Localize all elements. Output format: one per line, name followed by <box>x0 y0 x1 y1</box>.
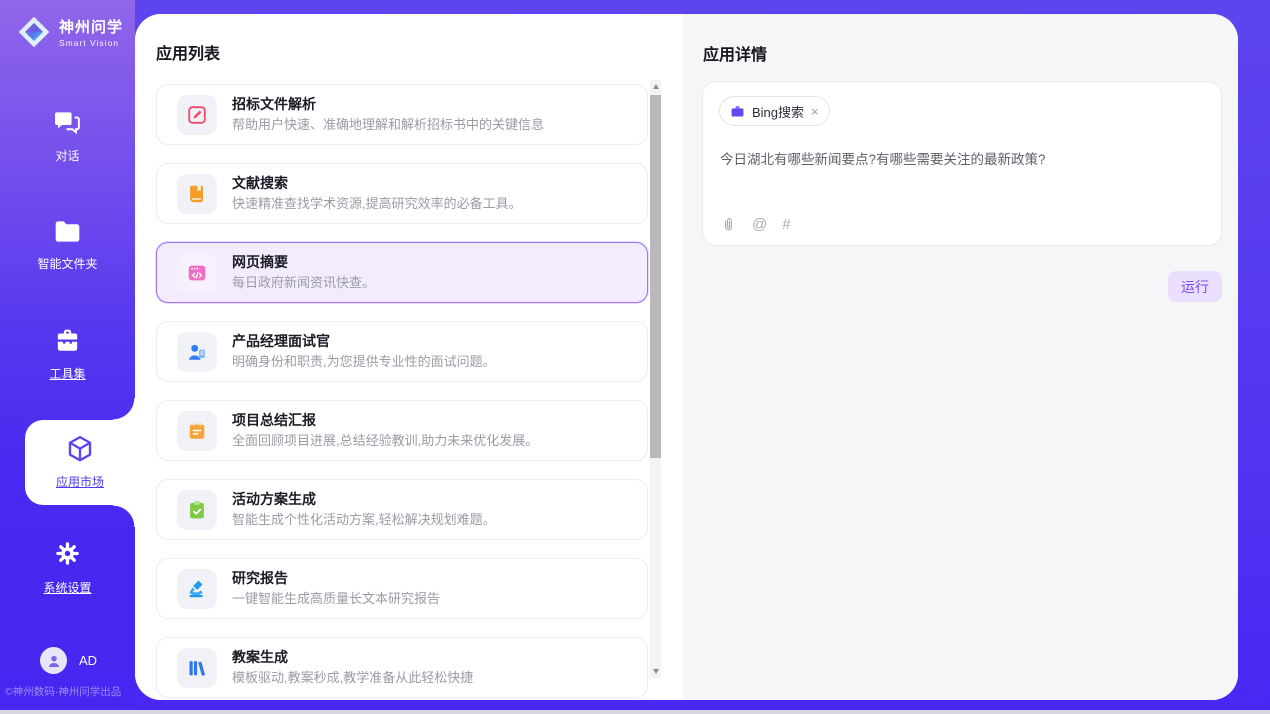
app-name: 教案生成 <box>232 648 473 666</box>
app-card-event-plan[interactable]: 活动方案生成 智能生成个性化活动方案,轻松解决规划难题。 <box>156 479 648 540</box>
scrollbar-down-arrow[interactable] <box>650 665 661 678</box>
app-card-research-report[interactable]: 研究报告 一键智能生成高质量长文本研究报告 <box>156 558 648 619</box>
app-card-literature-search[interactable]: 文献搜索 快速精准查找学术资源,提高研究效率的必备工具。 <box>156 163 648 224</box>
tool-chip-bing-search[interactable]: Bing搜索 × <box>719 96 830 126</box>
document-edit-icon <box>177 95 217 135</box>
question-text[interactable]: 今日湖北有哪些新闻要点?有哪些需要关注的最新政策? <box>720 150 1200 170</box>
sidebar-item-smart-folder[interactable]: 智能文件夹 <box>0 220 135 272</box>
app-detail-card: Bing搜索 × 今日湖北有哪些新闻要点?有哪些需要关注的最新政策? @ # <box>702 81 1222 246</box>
app-description: 智能生成个性化活动方案,轻松解决规划难题。 <box>232 511 496 529</box>
run-button[interactable]: 运行 <box>1168 271 1222 302</box>
sidebar-item-app-market[interactable]: 应用市场 <box>25 420 135 505</box>
copyright-text: ©神州数码·神州问学出品 <box>5 684 135 699</box>
brand-subtitle: Smart Vision <box>59 38 123 48</box>
note-icon <box>177 411 217 451</box>
list-scrollbar[interactable] <box>650 80 661 678</box>
app-description: 每日政府新闻资讯快查。 <box>232 274 375 292</box>
sidebar-item-chat[interactable]: 对话 <box>0 110 135 164</box>
sidebar-item-label: 系统设置 <box>0 579 135 596</box>
hashtag-icon[interactable]: # <box>782 216 790 233</box>
app-card-bid-document-parsing[interactable]: 招标文件解析 帮助用户快速、准确地理解和解析招标书中的关键信息 <box>156 84 648 145</box>
app-name: 研究报告 <box>232 569 440 587</box>
avatar <box>40 647 67 674</box>
sidebar-item-label: 应用市场 <box>25 473 135 490</box>
clipboard-check-icon <box>177 490 217 530</box>
app-description: 明确身份和职责,为您提供专业性的面试问题。 <box>232 353 496 371</box>
app-list-panel: 应用列表 招标文件解析 帮助用户快速、准确地理解和解析招标书中的关键信息 <box>135 14 683 700</box>
user-initials: AD <box>79 653 97 668</box>
app-name: 产品经理面试官 <box>232 332 496 350</box>
app-detail-title: 应用详情 <box>703 41 767 65</box>
content-area: 应用列表 招标文件解析 帮助用户快速、准确地理解和解析招标书中的关键信息 <box>135 14 1238 700</box>
app-description: 一键智能生成高质量长文本研究报告 <box>232 590 440 608</box>
user-row[interactable]: AD <box>40 647 97 674</box>
brand-logo: 神州问学 Smart Vision <box>16 14 123 50</box>
brand-name: 神州问学 <box>59 16 123 37</box>
sidebar: 神州问学 Smart Vision 对话 智能文件夹 工具集 <box>0 0 135 710</box>
books-icon <box>177 648 217 688</box>
app-description: 模板驱动,教案秒成,教学准备从此轻松快捷 <box>232 669 473 687</box>
paperclip-icon[interactable] <box>720 216 737 233</box>
chat-icon <box>54 110 81 135</box>
diamond-logo-icon <box>16 14 52 50</box>
app-detail-panel: 应用详情 Bing搜索 × 今日湖北有哪些新闻要点?有哪些需要关注的最新政策? <box>683 14 1238 700</box>
sidebar-item-settings[interactable]: 系统设置 <box>0 540 135 596</box>
sidebar-item-label: 工具集 <box>0 365 135 382</box>
bottom-edge-divider <box>0 710 1270 714</box>
scrollbar-up-arrow[interactable] <box>650 80 661 93</box>
app-name: 项目总结汇报 <box>232 411 538 429</box>
interviewer-icon <box>177 332 217 372</box>
browser-code-icon <box>177 253 217 293</box>
app-name: 活动方案生成 <box>232 490 496 508</box>
tab-fillet-top <box>113 398 135 420</box>
attachment-toolbar: @ # <box>720 216 791 233</box>
scrollbar-thumb[interactable] <box>650 95 661 458</box>
sidebar-item-label: 对话 <box>0 147 135 164</box>
app-name: 网页摘要 <box>232 253 375 271</box>
app-card-project-summary[interactable]: 项目总结汇报 全面回顾项目进展,总结经验教训,助力未来优化发展。 <box>156 400 648 461</box>
microscope-icon <box>177 569 217 609</box>
sidebar-item-toolset[interactable]: 工具集 <box>0 328 135 382</box>
briefcase-icon <box>730 104 745 119</box>
toolbox-icon <box>53 328 82 353</box>
app-card-webpage-summary[interactable]: 网页摘要 每日政府新闻资讯快查。 <box>156 242 648 303</box>
app-card-lesson-plan[interactable]: 教案生成 模板驱动,教案秒成,教学准备从此轻松快捷 <box>156 637 648 698</box>
gear-icon <box>54 540 81 567</box>
app-name: 文献搜索 <box>232 174 522 192</box>
app-card-pm-interviewer[interactable]: 产品经理面试官 明确身份和职责,为您提供专业性的面试问题。 <box>156 321 648 382</box>
close-icon[interactable]: × <box>811 105 819 118</box>
sidebar-item-label: 智能文件夹 <box>0 255 135 272</box>
app-description: 帮助用户快速、准确地理解和解析招标书中的关键信息 <box>232 116 544 134</box>
mention-icon[interactable]: @ <box>752 216 767 233</box>
book-icon <box>177 174 217 214</box>
app-description: 快速精准查找学术资源,提高研究效率的必备工具。 <box>232 195 522 213</box>
tool-chip-label: Bing搜索 <box>752 102 804 121</box>
app-description: 全面回顾项目进展,总结经验教训,助力未来优化发展。 <box>232 432 538 450</box>
tab-fillet-bottom <box>113 505 135 527</box>
app-name: 招标文件解析 <box>232 95 544 113</box>
app-list-title: 应用列表 <box>156 40 220 64</box>
folder-icon <box>54 220 81 243</box>
cube-icon <box>65 434 95 464</box>
